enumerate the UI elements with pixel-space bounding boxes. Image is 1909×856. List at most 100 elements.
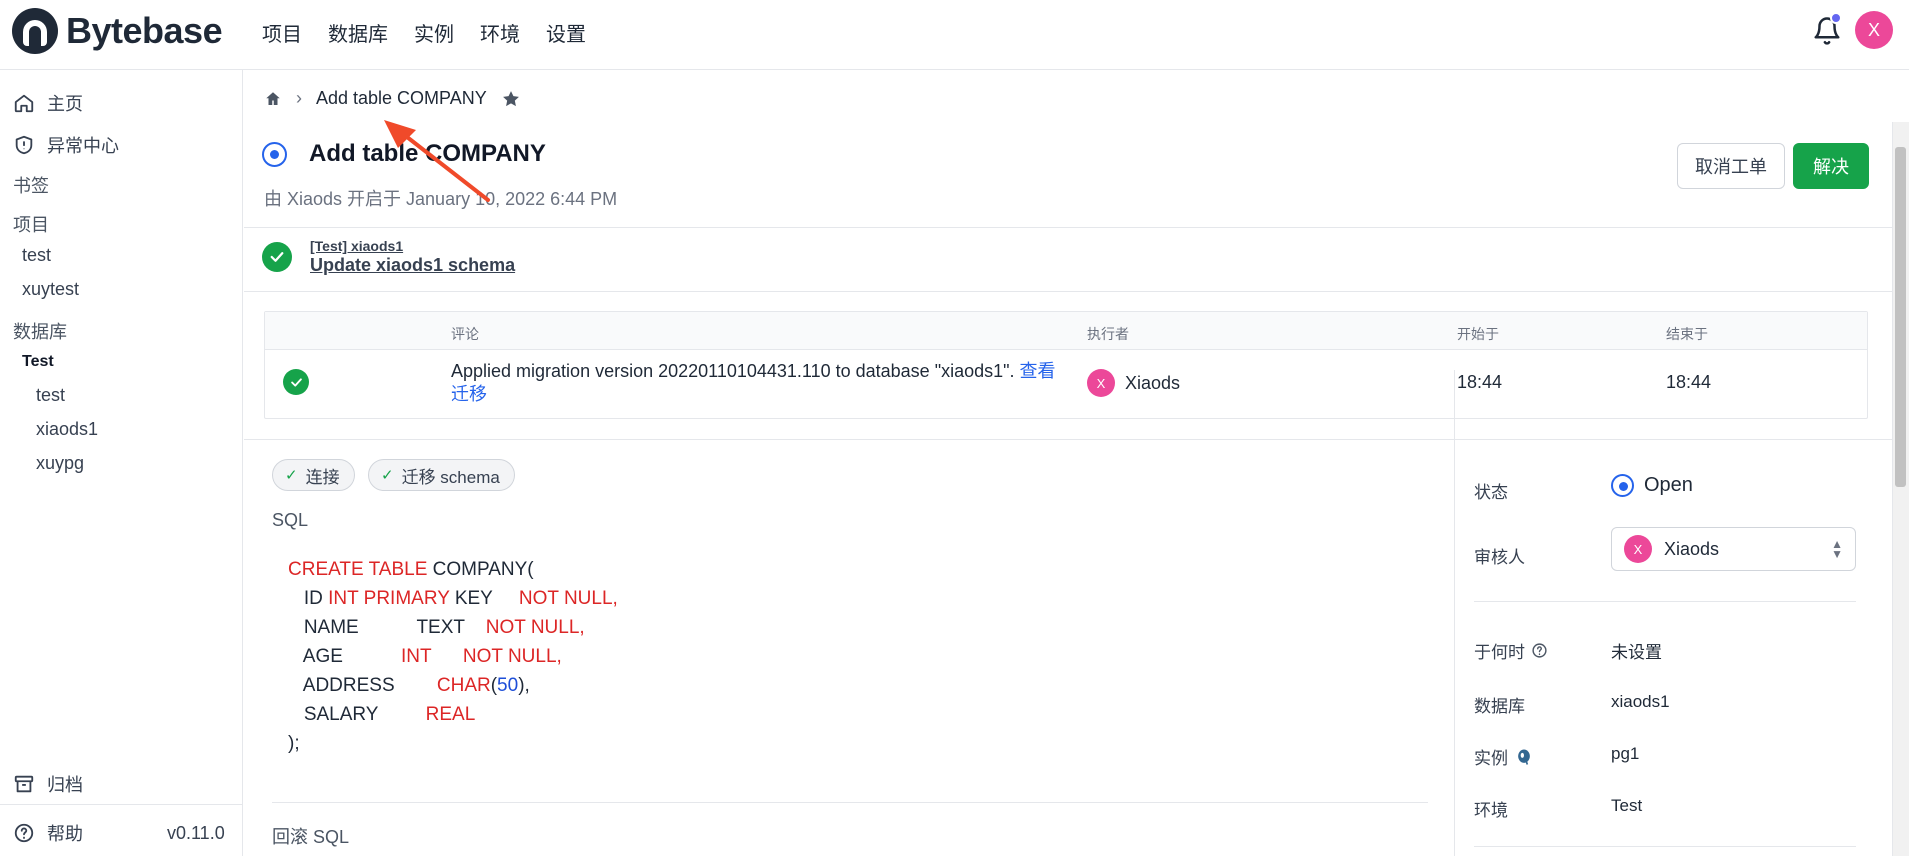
chip-label: 连接 [305, 467, 340, 487]
sidebar-item-label: 归档 [47, 775, 83, 795]
star-icon[interactable] [501, 89, 521, 109]
chevron-right-icon: › [296, 88, 302, 108]
version-label: v0.11.0 [167, 823, 225, 843]
view-migration-link[interactable]: 查看 [1020, 361, 1056, 381]
executor-name: Xiaods [1125, 372, 1181, 393]
sidebar-item-project-xuytest[interactable]: xuytest [22, 279, 79, 300]
sidebar-item-db-xiaods1[interactable]: xiaods1 [36, 419, 98, 440]
sidebar-item-label: 异常中心 [47, 136, 119, 156]
sidebar-projects-header[interactable]: 项目 [13, 211, 49, 237]
sidebar-item-db-xuypg[interactable]: xuypg [36, 453, 84, 474]
sidebar-databases-header[interactable]: 数据库 [13, 318, 67, 344]
due-date-value[interactable]: 未设置 [1611, 638, 1662, 663]
status-label: 状态 [1474, 483, 1508, 502]
check-chip-connect[interactable]: ✓ 连接 [272, 459, 355, 491]
check-icon: ✓ [381, 467, 394, 484]
sql-code-block[interactable]: CREATE TABLE COMPANY( ID INT PRIMARY KEY… [288, 555, 618, 758]
sql-text: ADDRESS [288, 675, 437, 696]
reviewer-select[interactable]: X Xiaods ▲ ▼ [1611, 527, 1856, 571]
sql-text: NAME TEXT [288, 617, 486, 638]
status-text: Open [1644, 474, 1693, 496]
due-date-label-wrap: 于何时 [1474, 638, 1548, 663]
chip-label: 迁移 schema [401, 467, 500, 487]
sidebar-item-label: 主页 [47, 94, 83, 114]
main-nav: 项目 数据库 实例 环境 设置 [262, 18, 586, 47]
due-date-label: 于何时 [1474, 643, 1525, 662]
sql-text: SALARY [288, 704, 426, 725]
sql-keyword: INT NOT NULL, [400, 646, 562, 667]
sql-keyword: INT PRIMARY [328, 588, 450, 609]
check-chip-migrate[interactable]: ✓ 迁移 schema [368, 459, 515, 491]
home-icon[interactable] [264, 90, 282, 108]
nav-databases[interactable]: 数据库 [328, 18, 388, 47]
nav-projects[interactable]: 项目 [262, 18, 302, 47]
task-name[interactable]: Update xiaods1 schema [310, 255, 515, 276]
run-start-time: 18:44 [1457, 372, 1503, 392]
sql-text: COMPANY( [427, 559, 534, 580]
column-start: 开始于 [1457, 326, 1499, 342]
chevron-up-down-icon: ▲ ▼ [1831, 537, 1843, 561]
task-env-db[interactable]: [Test] xiaods1 [310, 238, 515, 254]
run-executor: X Xiaods [1087, 369, 1180, 397]
view-migration-link-cont[interactable]: 迁移 [451, 384, 487, 404]
task-pipeline-item[interactable]: [Test] xiaods1 Update xiaods1 schema [262, 238, 515, 276]
breadcrumb-title: Add table COMPANY [316, 88, 487, 108]
divider [272, 802, 1428, 803]
sql-number: 50 [497, 675, 519, 696]
user-avatar[interactable]: X [1855, 11, 1893, 49]
sidebar-item-home[interactable]: 主页 [13, 90, 83, 116]
logo-text: Bytebase [66, 10, 223, 51]
column-comment: 评论 [451, 326, 479, 342]
divider [1474, 601, 1856, 602]
environment-label: 环境 [1474, 801, 1508, 820]
sql-text: ID [288, 588, 329, 609]
breadcrumb: › Add table COMPANY [264, 88, 521, 109]
database-value[interactable]: xiaods1 [1611, 692, 1670, 712]
issue-subtitle: 由 Xiaods 开启于 January 10, 2022 6:44 PM [264, 189, 618, 209]
help-icon [14, 823, 34, 843]
sidebar-divider [0, 804, 243, 805]
bytebase-logo[interactable]: Bytebase [12, 8, 223, 54]
rollback-sql-label: 回滚 SQL [272, 827, 350, 847]
instance-label: 实例 [1474, 749, 1508, 768]
sidebar-item-label: 帮助 [47, 824, 83, 844]
sidebar-bookmarks-header[interactable]: 书签 [13, 172, 49, 198]
check-circle-icon [262, 242, 292, 272]
sidebar-env-group[interactable]: Test [22, 353, 54, 371]
right-panel-divider [1454, 370, 1455, 856]
environment-value[interactable]: Test [1611, 796, 1642, 816]
column-executor: 执行者 [1087, 326, 1129, 342]
sidebar-item-help[interactable]: 帮助 [13, 820, 83, 846]
issue-title[interactable]: Add table COMPANY [309, 140, 546, 168]
resolve-button[interactable]: 解决 [1793, 143, 1869, 189]
nav-environments[interactable]: 环境 [480, 18, 520, 47]
sql-keyword: CREATE TABLE [288, 559, 428, 580]
sidebar-item-project-test[interactable]: test [22, 245, 51, 266]
instance-label-wrap: 实例 [1474, 744, 1534, 769]
top-navbar: Bytebase 项目 数据库 实例 环境 设置 X [0, 0, 1909, 70]
divider [244, 291, 1892, 292]
sql-text: ); [288, 733, 300, 754]
instance-value[interactable]: pg1 [1611, 744, 1639, 764]
scrollbar-thumb[interactable] [1895, 147, 1906, 487]
postgres-icon [1518, 749, 1530, 765]
run-comment-text: Applied migration version 20220110104431… [451, 361, 1015, 381]
sidebar-item-anomaly[interactable]: 异常中心 [13, 132, 119, 158]
sidebar: 主页 异常中心 书签 项目 test xuytest 数据库 Test test… [0, 70, 243, 856]
issue-main: › Add table COMPANY Add table COMPANY 由 … [244, 70, 1892, 856]
divider [244, 227, 1892, 228]
sql-keyword: NOT NULL, [518, 588, 618, 609]
sql-text: AGE [288, 646, 401, 667]
nav-settings[interactable]: 设置 [546, 18, 586, 47]
sidebar-item-archive[interactable]: 归档 [13, 771, 83, 797]
divider [244, 439, 1892, 440]
column-end: 结束于 [1666, 326, 1708, 342]
status-value: Open [1611, 474, 1693, 497]
sidebar-item-db-test[interactable]: test [36, 385, 65, 406]
nav-instances[interactable]: 实例 [414, 18, 454, 47]
run-comment: Applied migration version 20220110104431… [451, 360, 1071, 406]
cancel-issue-button[interactable]: 取消工单 [1677, 143, 1785, 189]
avatar: X [1087, 369, 1115, 397]
help-icon[interactable] [1531, 642, 1548, 659]
check-circle-icon [283, 369, 309, 395]
